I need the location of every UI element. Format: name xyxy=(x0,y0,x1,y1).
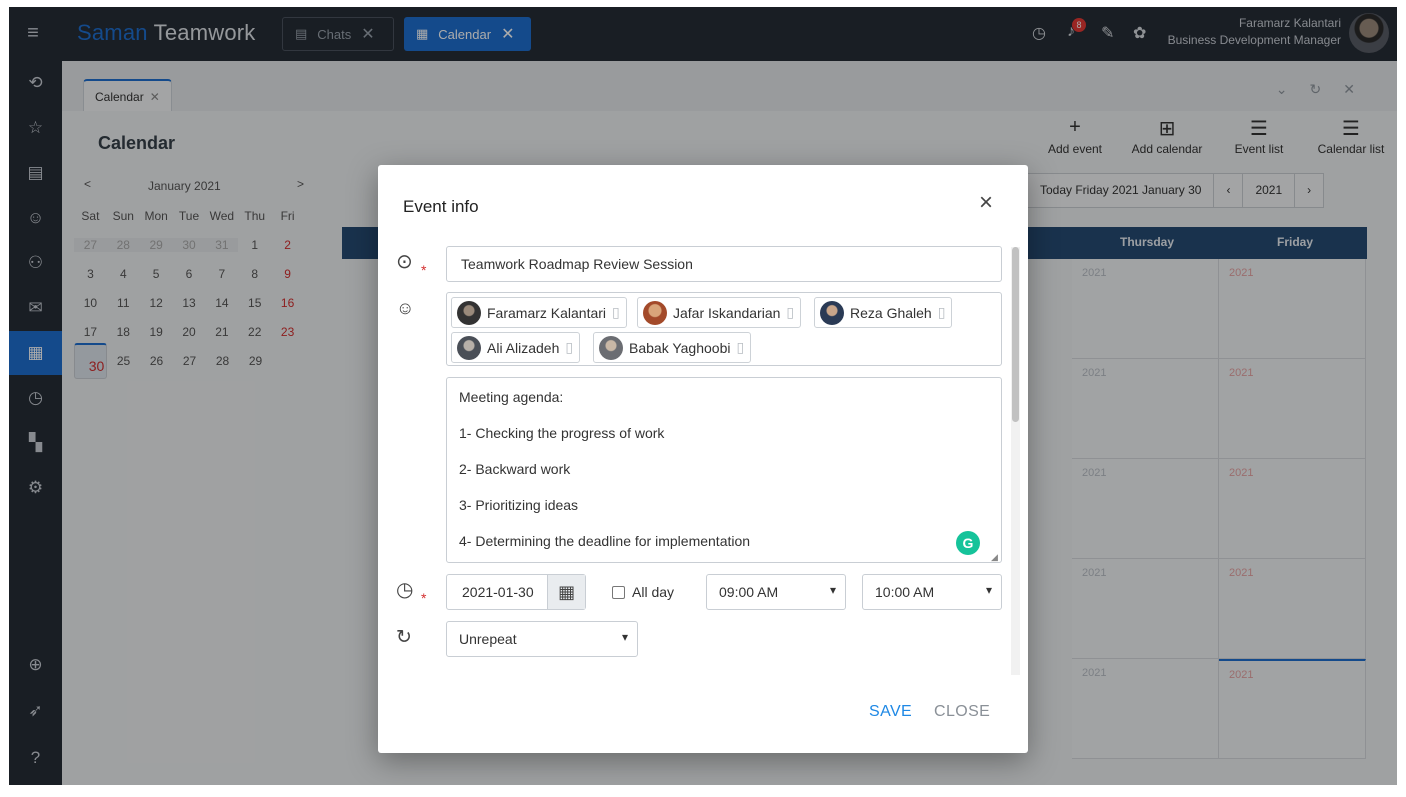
description-textarea[interactable]: Meeting agenda: 1- Checking the progress… xyxy=(446,377,1002,563)
end-time-select[interactable]: 10:00 AM ▾ xyxy=(862,574,1002,610)
participant-name: Faramarz Kalantari xyxy=(487,304,607,321)
date-input[interactable]: 2021-01-30 xyxy=(447,575,549,609)
trash-icon[interactable]: ▯ xyxy=(612,304,620,321)
chevron-down-icon: ▾ xyxy=(621,630,628,644)
dialog-title: Event info xyxy=(403,197,479,216)
end-time-value: 10:00 AM xyxy=(875,584,935,600)
participant-chip[interactable]: Reza Ghaleh ▯ xyxy=(814,297,953,328)
title-icon: ⊙ xyxy=(396,251,413,273)
participant-name: Jafar Iskandarian xyxy=(673,304,781,321)
participant-chip[interactable]: Ali Alizadeh ▯ xyxy=(451,332,581,363)
dialog-scrollbar[interactable] xyxy=(1011,247,1020,675)
description-line: Meeting agenda: xyxy=(459,389,564,405)
chevron-down-icon: ▾ xyxy=(829,583,836,597)
repeat-icon: ↻ xyxy=(396,627,412,648)
required-marker: * xyxy=(421,262,427,278)
start-time-select[interactable]: 09:00 AM ▾ xyxy=(706,574,846,610)
participant-avatar xyxy=(457,335,481,360)
date-field[interactable]: 2021-01-30 ▦ xyxy=(446,574,586,610)
chevron-down-icon: ▾ xyxy=(985,583,992,597)
calendar-picker-icon[interactable]: ▦ xyxy=(548,575,585,609)
participant-avatar xyxy=(599,335,623,360)
participant-chip[interactable]: Babak Yaghoobi ▯ xyxy=(593,332,752,363)
required-marker: * xyxy=(421,590,427,606)
grammarly-icon[interactable]: G xyxy=(956,531,980,555)
trash-icon[interactable]: ▯ xyxy=(565,339,573,356)
app-window: ≡ Saman Teamwork ▤ Chats ✕ ▦ Calendar ✕ … xyxy=(9,7,1397,785)
repeat-select[interactable]: Unrepeat ▾ xyxy=(446,621,638,657)
participant-chip[interactable]: Jafar Iskandarian ▯ xyxy=(637,297,802,328)
event-title-input[interactable]: Teamwork Roadmap Review Session xyxy=(446,246,1002,282)
trash-icon[interactable]: ▯ xyxy=(736,339,744,356)
participant-name: Reza Ghaleh xyxy=(850,304,932,321)
repeat-value: Unrepeat xyxy=(459,631,517,647)
start-time-value: 09:00 AM xyxy=(719,584,779,600)
description-line: 2- Backward work xyxy=(459,461,571,477)
save-button[interactable]: SAVE xyxy=(869,703,912,721)
resize-grip-icon[interactable]: ◢ xyxy=(991,552,998,563)
scroll-thumb[interactable] xyxy=(1012,247,1019,422)
description-line: 1- Checking the progress of work xyxy=(459,425,665,441)
participant-name: Ali Alizadeh xyxy=(487,339,560,356)
trash-icon[interactable]: ▯ xyxy=(786,304,794,321)
participants-icon: ☺ xyxy=(396,298,415,318)
description-line: 3- Prioritizing ideas xyxy=(459,497,579,513)
all-day-label: All day xyxy=(632,584,675,600)
all-day-checkbox[interactable]: All day xyxy=(612,584,674,600)
dialog-close-icon[interactable]: × xyxy=(975,191,997,215)
participant-avatar xyxy=(820,300,844,325)
participants-field[interactable]: Faramarz Kalantari ▯ Jafar Iskandarian ▯… xyxy=(446,292,1002,366)
clock-icon: ◷ xyxy=(396,579,414,601)
participant-avatar xyxy=(643,300,667,325)
participant-avatar xyxy=(457,300,481,325)
description-line: 4- Determining the deadline for implemen… xyxy=(459,533,751,549)
participant-name: Babak Yaghoobi xyxy=(629,339,731,356)
close-button[interactable]: CLOSE xyxy=(934,703,990,721)
participant-chip[interactable]: Faramarz Kalantari ▯ xyxy=(451,297,627,328)
trash-icon[interactable]: ▯ xyxy=(938,304,946,321)
event-info-dialog: Event info × ⊙ * Teamwork Roadmap Review… xyxy=(378,165,1028,753)
checkbox-box[interactable] xyxy=(612,585,625,599)
